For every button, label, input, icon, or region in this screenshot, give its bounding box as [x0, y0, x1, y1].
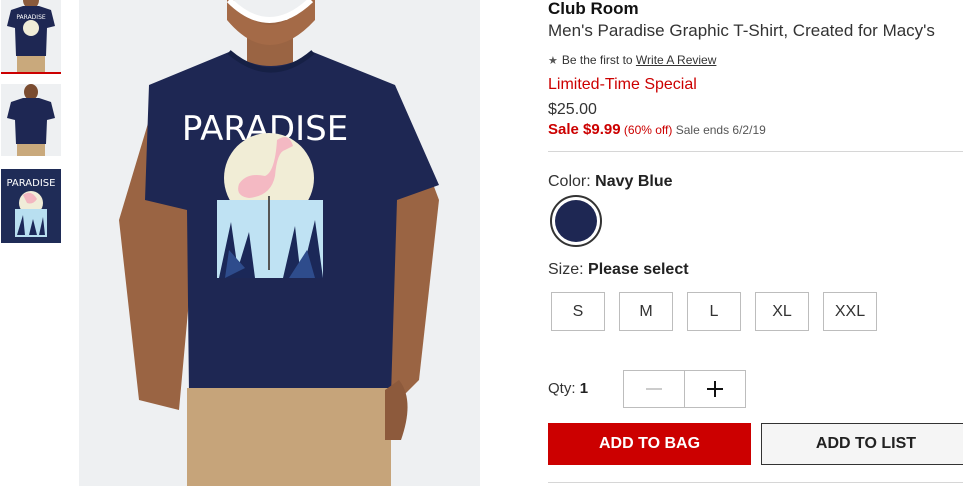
- quantity-stepper: [623, 370, 746, 408]
- thumb-graphic-text: PARADISE: [7, 178, 56, 189]
- star-icon: ★: [548, 55, 558, 67]
- sale-price: Sale $9.99: [548, 121, 621, 138]
- thumbnail-graphic[interactable]: PARADISE: [1, 169, 61, 243]
- write-review-link[interactable]: Write A Review: [636, 53, 716, 67]
- size-label: Size: Please select: [548, 261, 689, 279]
- thumbnail-back[interactable]: [1, 84, 61, 156]
- color-swatch-navy-blue[interactable]: [550, 195, 602, 247]
- divider: [548, 482, 963, 483]
- add-to-list-button[interactable]: ADD TO LIST: [761, 423, 963, 465]
- color-label: Color: Navy Blue: [548, 173, 673, 191]
- size-option-m[interactable]: M: [619, 292, 673, 331]
- brand-name[interactable]: Club Room: [548, 0, 639, 19]
- product-title: Men's Paradise Graphic T-Shirt, Created …: [548, 21, 935, 40]
- thumbnail-front[interactable]: PARADISE: [1, 0, 61, 74]
- sale-price-row: Sale $9.99 (60% off) Sale ends 6/2/19: [548, 121, 766, 138]
- thumb-graphic-text: PARADISE: [16, 14, 46, 21]
- main-product-image[interactable]: PARADISE: [79, 0, 480, 486]
- plus-icon: [706, 381, 723, 397]
- review-prompt: ★ Be the first to Write A Review: [548, 53, 716, 67]
- original-price: $25.00: [548, 101, 597, 118]
- size-option-xxl[interactable]: XXL: [823, 292, 877, 331]
- size-option-l[interactable]: L: [687, 292, 741, 331]
- size-option-xl[interactable]: XL: [755, 292, 809, 331]
- quantity-label: Qty: 1: [548, 380, 588, 397]
- divider: [548, 151, 963, 152]
- promo-label: Limited-Time Special: [548, 76, 697, 93]
- quantity-value: 1: [579, 380, 589, 397]
- quantity-decrease-button[interactable]: [624, 371, 685, 407]
- quantity-increase-button[interactable]: [685, 371, 746, 407]
- color-label-prefix: Color:: [548, 173, 591, 190]
- swatch-fill: [555, 200, 597, 242]
- sale-end-date: Sale ends 6/2/19: [675, 123, 766, 137]
- quantity-label-prefix: Qty:: [548, 380, 576, 397]
- size-option-s[interactable]: S: [551, 292, 605, 331]
- selected-color: Navy Blue: [595, 173, 673, 190]
- minus-icon: [645, 388, 662, 390]
- review-prefix: Be the first to: [561, 53, 633, 67]
- add-to-bag-button[interactable]: ADD TO BAG: [548, 423, 751, 465]
- selected-size: Please select: [588, 261, 689, 278]
- discount-percent: (60% off): [623, 123, 673, 137]
- size-label-prefix: Size:: [548, 261, 584, 278]
